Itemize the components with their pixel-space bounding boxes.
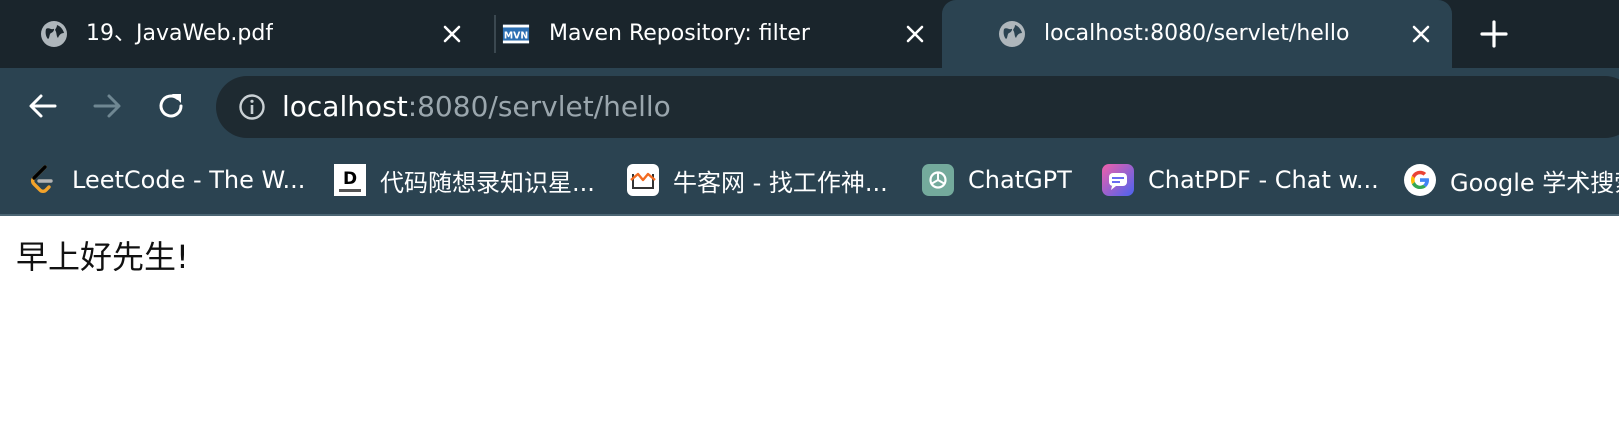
- google-icon: [1404, 164, 1436, 196]
- close-icon[interactable]: [901, 20, 929, 48]
- mvn-logo-icon: MVN: [502, 24, 530, 44]
- tab-title: Maven Repository: filter: [549, 21, 810, 46]
- chatgpt-icon: [922, 164, 954, 196]
- address-bar[interactable]: localhost:8080/servlet/hello: [216, 76, 1619, 138]
- bookmark-label: Google 学术搜索: [1450, 168, 1619, 197]
- page-content: 早上好先生!: [0, 216, 1619, 439]
- bookmarks-bar: LeetCode - The W... D 代码随想录知识星... 牛客网 - …: [0, 146, 1619, 216]
- tab-strip: 19、JavaWeb.pdf MVN Maven Repository: fil…: [0, 0, 1619, 68]
- back-arrow-icon[interactable]: [25, 88, 61, 124]
- svg-text:D: D: [343, 169, 357, 189]
- bookmark-label: ChatPDF - Chat w...: [1148, 166, 1379, 194]
- tab-localhost-hello[interactable]: localhost:8080/servlet/hello: [942, 0, 1452, 68]
- tab-title: 19、JavaWeb.pdf: [86, 21, 274, 46]
- bookmark-leetcode[interactable]: LeetCode - The W...: [26, 146, 305, 214]
- leetcode-icon: [31, 165, 53, 193]
- bookmark-label: 牛客网 - 找工作神...: [673, 168, 888, 197]
- site-info-icon[interactable]: [238, 93, 266, 121]
- url-path: :8080/servlet/hello: [407, 90, 671, 123]
- bookmark-google-scholar[interactable]: Google 学术搜索: [1404, 146, 1619, 214]
- browser-toolbar: localhost:8080/servlet/hello: [0, 68, 1619, 146]
- dmsxl-icon: D: [334, 164, 366, 196]
- bookmark-label: 代码随想录知识星...: [380, 168, 595, 197]
- globe-icon: [41, 21, 67, 47]
- chatpdf-icon: [1102, 164, 1134, 196]
- forward-arrow-icon[interactable]: [89, 88, 125, 124]
- tab-maven-repository[interactable]: MVN Maven Repository: filter: [496, 0, 942, 68]
- url-text[interactable]: localhost:8080/servlet/hello: [282, 76, 671, 138]
- globe-icon: [999, 21, 1025, 47]
- bookmark-chatpdf[interactable]: ChatPDF - Chat w...: [1102, 146, 1379, 214]
- bookmark-label: LeetCode - The W...: [72, 166, 306, 194]
- url-host: localhost: [282, 90, 408, 123]
- tab-javaweb-pdf[interactable]: 19、JavaWeb.pdf: [0, 0, 494, 68]
- page-greeting-text: 早上好先生!: [16, 238, 189, 276]
- svg-text:MVN: MVN: [504, 31, 528, 42]
- bookmark-dmsxl[interactable]: D 代码随想录知识星...: [334, 146, 595, 214]
- close-icon[interactable]: [438, 20, 466, 48]
- new-tab-plus-icon[interactable]: [1478, 18, 1510, 50]
- tab-title: localhost:8080/servlet/hello: [1044, 21, 1350, 46]
- close-icon[interactable]: [1407, 20, 1435, 48]
- bookmark-nowcoder[interactable]: 牛客网 - 找工作神...: [627, 146, 888, 214]
- reload-icon[interactable]: [153, 88, 189, 124]
- bookmark-chatgpt[interactable]: ChatGPT: [922, 146, 1072, 214]
- nowcoder-icon: [627, 164, 659, 196]
- bookmark-label: ChatGPT: [968, 166, 1072, 194]
